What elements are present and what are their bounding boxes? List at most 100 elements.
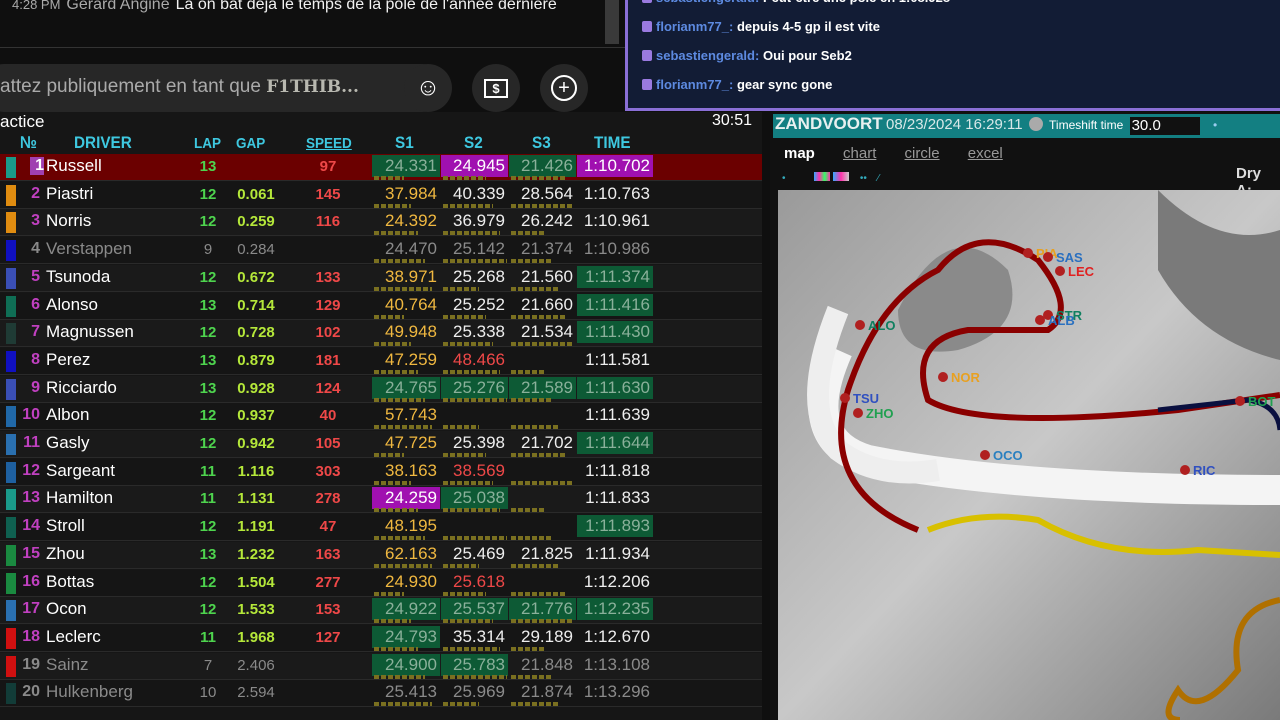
car-marker[interactable] (1035, 315, 1045, 325)
table-row[interactable]: 10 Albon 12 0.937 40 57.743 1:11.639 (0, 403, 762, 431)
lap-count: 13 (199, 351, 217, 369)
s1-cell: 24.793 (372, 625, 440, 648)
lap-count: 12 (199, 185, 217, 203)
speed: 116 (315, 213, 341, 231)
emoji-icon: ☺ (415, 74, 441, 101)
chat-author[interactable]: Gerard Angine (66, 0, 169, 13)
table-row[interactable]: 1 Russell 13 97 24.331 24.945 21.426 1:10.70… (0, 154, 762, 181)
table-row[interactable]: 13 Hamilton 11 1.131 278 24.259 25.038 1:11… (0, 486, 762, 514)
header-driver[interactable]: DRIVER (74, 133, 132, 153)
table-row[interactable]: 12 Sargeant 11 1.116 303 38.163 38.569 1:11… (0, 458, 762, 486)
table-row[interactable]: 17 Ocon 12 1.533 153 24.922 25.537 21.776 1:… (0, 597, 762, 625)
header-s1[interactable]: S1 (395, 133, 414, 153)
minisector-bar (374, 425, 432, 430)
pen-icon[interactable]: ⁄ (878, 173, 880, 184)
table-row[interactable]: 7 Magnussen 12 0.728 102 49.948 25.338 21.5… (0, 320, 762, 348)
color-bars-icon[interactable] (814, 172, 831, 181)
speed: 124 (315, 379, 341, 397)
gap: 0.259 (237, 213, 275, 231)
table-row[interactable]: 15 Zhou 13 1.232 163 62.163 25.469 21.825 1:… (0, 541, 762, 569)
car-marker[interactable] (1023, 248, 1033, 258)
header-lap[interactable]: LAP (194, 135, 221, 152)
s2-cell: 25.618 (453, 571, 505, 591)
minisector-bar (374, 591, 404, 596)
time-cell: 1:11.639 (585, 405, 650, 425)
header-s3[interactable]: S3 (532, 133, 551, 153)
table-row[interactable]: 4 Verstappen 9 0.284 24.470 25.142 21.374 1… (0, 237, 762, 265)
tab-excel[interactable]: excel (968, 145, 1003, 162)
twitch-username[interactable]: sebastiengerald: (656, 0, 759, 5)
time-cell: 1:10.986 (583, 239, 650, 259)
car-marker[interactable] (853, 408, 863, 418)
minisector-bar (374, 536, 425, 541)
twitch-text: gear sync gone (736, 77, 833, 92)
s1-cell: 48.195 (385, 516, 437, 536)
s1-cell: 57.743 (385, 405, 437, 425)
position: 3 (31, 212, 40, 230)
pause-icon[interactable] (1028, 117, 1043, 131)
s3-cell: 21.589 (509, 376, 576, 399)
car-marker[interactable] (855, 320, 865, 330)
car-marker[interactable] (1180, 465, 1190, 475)
s3-cell: 21.848 (521, 654, 573, 674)
table-row[interactable]: 5 Tsunoda 12 0.672 133 38.971 25.268 21.560… (0, 264, 762, 292)
table-row[interactable]: 3 Norris 12 0.259 116 24.392 36.979 26.242 1… (0, 209, 762, 237)
lap-count: 12 (199, 601, 217, 619)
gap: 1.504 (237, 573, 275, 591)
emoji-button[interactable]: ☺ (404, 64, 452, 112)
header-s2[interactable]: S2 (464, 133, 483, 153)
color-bars-icon[interactable] (833, 172, 850, 181)
super-chat-button[interactable]: $ (472, 64, 520, 112)
table-row[interactable]: 14 Stroll 12 1.191 47 48.195 1:11.893 (0, 514, 762, 542)
car-marker[interactable] (1043, 252, 1053, 262)
minisector-bar (511, 203, 574, 208)
table-row[interactable]: 18 Leclerc 11 1.968 127 24.793 35.314 29.18… (0, 624, 762, 652)
minisector-bar (443, 259, 507, 264)
minisector-bar (374, 563, 432, 568)
minisector-bar (374, 176, 404, 180)
tab-circle[interactable]: circle (905, 145, 940, 162)
s2-cell: 48.466 (453, 349, 505, 369)
team-color (6, 655, 16, 677)
driver-name: Norris (46, 211, 92, 231)
twitch-text: Oui pour Seb2 (762, 48, 852, 63)
table-row[interactable]: 6 Alonso 13 0.714 129 40.764 25.252 21.660 1… (0, 292, 762, 320)
team-color (6, 184, 16, 206)
s3-cell: 26.242 (521, 211, 573, 231)
arrows-icon[interactable]: •• (860, 173, 867, 184)
car-marker[interactable] (980, 450, 990, 460)
speed: 40 (319, 407, 337, 425)
chat-scrollbar[interactable] (605, 0, 619, 44)
twitch-username[interactable]: florianm77_: (656, 19, 733, 34)
car-marker[interactable] (938, 372, 948, 382)
time-cell: 1:11.934 (585, 543, 650, 563)
table-row[interactable]: 19 Sainz 7 2.406 24.900 25.783 21.848 1:13.… (0, 652, 762, 680)
table-row[interactable]: 16 Bottas 12 1.504 277 24.930 25.618 1:12.2… (0, 569, 762, 597)
header-speed[interactable]: SPEED (306, 135, 352, 152)
car-marker[interactable] (1235, 396, 1245, 406)
table-row[interactable]: 2 Piastri 12 0.061 145 37.984 40.339 28.564… (0, 181, 762, 209)
table-row[interactable]: 9 Ricciardo 13 0.928 124 24.765 25.276 21.5… (0, 375, 762, 403)
header-gap[interactable]: GAP (236, 135, 265, 152)
chat-input[interactable]: attez publiquement en tant que F1THIB... (0, 64, 446, 112)
car-marker[interactable] (840, 393, 850, 403)
s2-cell: 24.945 (441, 155, 508, 177)
timeshift-input[interactable]: 30.0 (1129, 117, 1200, 135)
track-map[interactable]: PIASASLECALOSTRALBNORTSUZHOOCORICBOT (778, 190, 1280, 720)
twitch-icon (642, 50, 652, 61)
table-row[interactable]: 8 Perez 13 0.879 181 47.259 48.466 1:11.581 (0, 347, 762, 375)
time-cell: 1:11.374 (577, 265, 653, 288)
dot-icon[interactable]: • (782, 173, 786, 184)
driver-name: Piastri (46, 183, 94, 203)
add-button[interactable]: + (540, 64, 588, 112)
table-row[interactable]: 20 Hulkenberg 10 2.594 25.413 25.969 21.87… (0, 680, 762, 708)
speed: 153 (315, 601, 341, 619)
tab-map[interactable]: map (784, 145, 815, 162)
header-time[interactable]: TIME (594, 133, 631, 153)
twitch-username[interactable]: sebastiengerald: (656, 48, 759, 63)
tab-chart[interactable]: chart (843, 145, 876, 162)
s1-cell: 24.900 (372, 653, 440, 676)
twitch-username[interactable]: florianm77_: (656, 77, 733, 92)
table-row[interactable]: 11 Gasly 12 0.942 105 47.725 25.398 21.702 1… (0, 431, 762, 458)
car-marker[interactable] (1055, 266, 1065, 276)
